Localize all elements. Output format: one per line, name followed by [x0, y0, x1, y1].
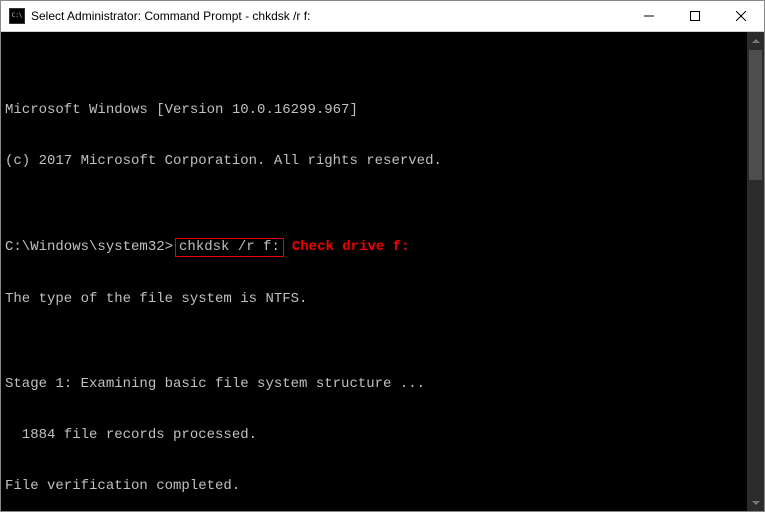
- vertical-scrollbar[interactable]: [747, 32, 764, 511]
- prompt-text: C:\Windows\system32>: [5, 239, 173, 256]
- minimize-button[interactable]: [626, 1, 672, 31]
- prompt-line: C:\Windows\system32>chkdsk /r f: Check dr…: [5, 238, 743, 257]
- command-highlight: chkdsk /r f:: [175, 238, 284, 257]
- console-area[interactable]: Microsoft Windows [Version 10.0.16299.96…: [1, 32, 764, 511]
- window-title: Select Administrator: Command Prompt - c…: [31, 9, 626, 23]
- console-line: Microsoft Windows [Version 10.0.16299.96…: [5, 102, 743, 119]
- scroll-up-arrow-icon[interactable]: [747, 32, 764, 49]
- cmd-icon: [9, 8, 25, 24]
- scroll-down-arrow-icon[interactable]: [747, 494, 764, 511]
- titlebar[interactable]: Select Administrator: Command Prompt - c…: [1, 1, 764, 32]
- console-line: Stage 1: Examining basic file system str…: [5, 376, 743, 393]
- console-line: The type of the file system is NTFS.: [5, 291, 743, 308]
- console-line: 1884 file records processed.: [5, 427, 743, 444]
- close-button[interactable]: [718, 1, 764, 31]
- annotation-label: Check drive f:: [292, 239, 410, 256]
- window-controls: [626, 1, 764, 31]
- maximize-button[interactable]: [672, 1, 718, 31]
- console-line: File verification completed.: [5, 478, 743, 495]
- console-line: (c) 2017 Microsoft Corporation. All righ…: [5, 153, 743, 170]
- scrollbar-thumb[interactable]: [749, 50, 762, 180]
